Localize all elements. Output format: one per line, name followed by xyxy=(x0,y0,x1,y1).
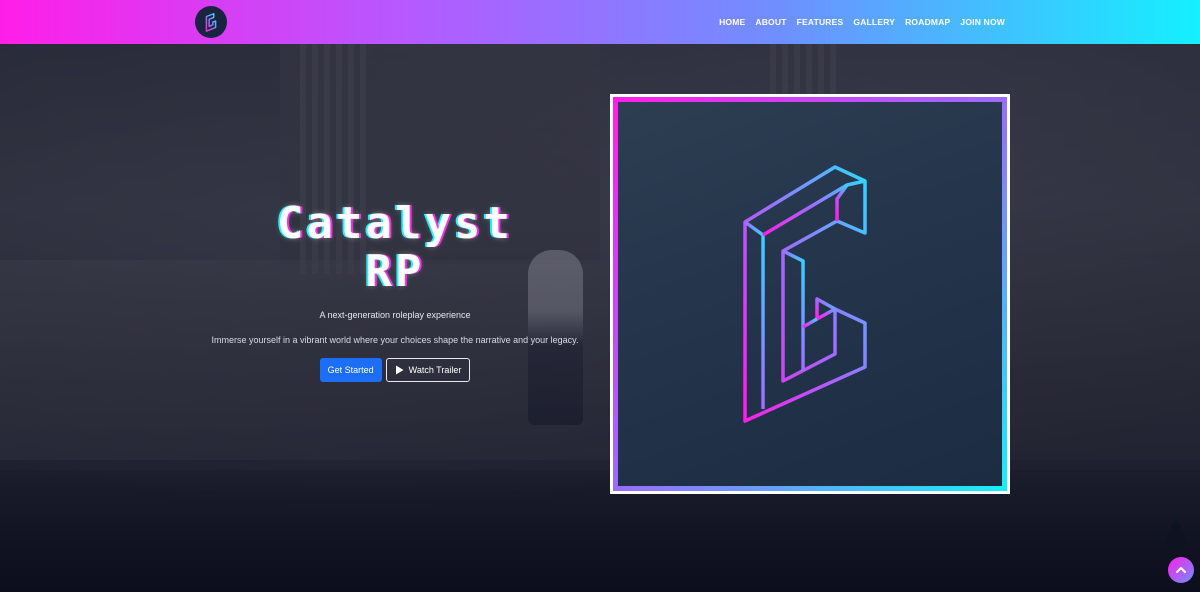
watch-trailer-button[interactable]: Watch Trailer xyxy=(385,358,471,382)
chevron-up-icon xyxy=(1176,567,1186,573)
play-icon xyxy=(395,365,404,375)
hero-logo-card xyxy=(610,94,1010,494)
hero-logo-panel xyxy=(618,102,1002,486)
nav-logo[interactable] xyxy=(195,6,227,38)
nav-link-about[interactable]: ABOUT xyxy=(755,17,786,27)
navbar: HOME ABOUT FEATURES GALLERY ROADMAP JOIN… xyxy=(0,0,1200,44)
hero-tagline: A next-generation roleplay experience xyxy=(319,310,471,320)
hero-overlay xyxy=(0,0,1200,592)
nav-link-gallery[interactable]: GALLERY xyxy=(853,17,895,27)
nav-link-features[interactable]: FEATURES xyxy=(797,17,844,27)
catalyst-large-logo-icon xyxy=(743,165,867,423)
watch-trailer-label: Watch Trailer xyxy=(408,365,462,375)
nav-link-join-now[interactable]: JOIN NOW xyxy=(960,17,1005,27)
water-drop-icon xyxy=(1165,520,1187,551)
nav-links: HOME ABOUT FEATURES GALLERY ROADMAP JOIN… xyxy=(719,0,1005,44)
scroll-to-top-button[interactable] xyxy=(1168,557,1194,583)
hero-buttons: Get Started Watch Trailer xyxy=(190,358,600,382)
hero-title-line1: Catalyst xyxy=(277,198,513,249)
get-started-button[interactable]: Get Started xyxy=(319,358,382,382)
hero-title: Catalyst RP xyxy=(190,200,600,296)
nav-link-roadmap[interactable]: ROADMAP xyxy=(905,17,950,27)
hero-description: Immerse yourself in a vibrant world wher… xyxy=(211,335,579,345)
catalyst-logo-icon xyxy=(205,13,217,32)
hero-title-line2: RP xyxy=(365,246,425,297)
nav-link-home[interactable]: HOME xyxy=(719,17,745,27)
